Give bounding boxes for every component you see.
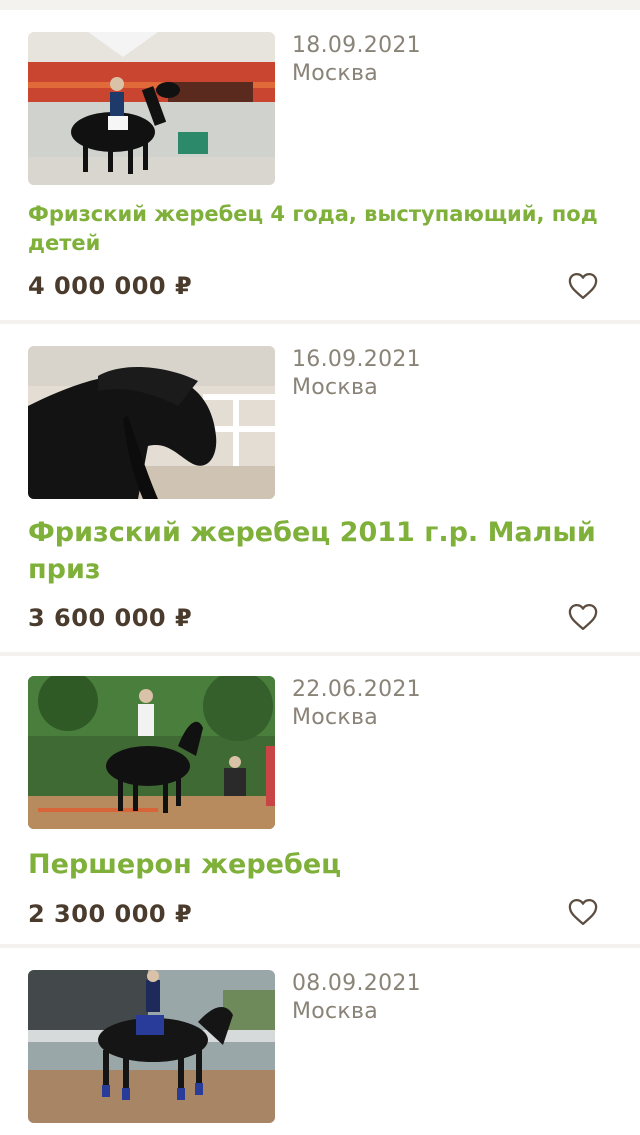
listing-card[interactable]: 18.09.2021 Москва Фризский жеребец 4 год…	[0, 10, 640, 320]
listing-city: Москва	[292, 705, 379, 730]
listing-card[interactable]: 22.06.2021 Москва Першерон жеребец 2 300…	[0, 656, 640, 944]
listing-date: 18.09.2021	[292, 33, 421, 58]
listing-card[interactable]: 16.09.2021 Москва Фризский жеребец 2011 …	[0, 324, 640, 652]
favorite-heart-icon[interactable]	[568, 898, 598, 926]
listing-price: 2 300 000 ₽	[28, 900, 193, 928]
listing-card[interactable]: 08.09.2021 Москва	[0, 948, 640, 1135]
listing-city: Москва	[292, 61, 379, 86]
listing-title[interactable]: Фризский жеребец 2011 г.р. Малый приз	[28, 514, 600, 588]
listing-price: 4 000 000 ₽	[28, 272, 193, 300]
listing-city: Москва	[292, 999, 379, 1024]
listing-city: Москва	[292, 375, 379, 400]
listing-photo[interactable]	[28, 32, 275, 185]
listing-date: 22.06.2021	[292, 677, 421, 702]
listing-meta: 16.09.2021 Москва	[292, 346, 421, 402]
listing-title[interactable]: Фризский жеребец 4 года, выступающий, по…	[28, 200, 610, 258]
listing-photo[interactable]	[28, 346, 275, 499]
favorite-heart-icon[interactable]	[568, 272, 598, 300]
listing-photo[interactable]	[28, 970, 275, 1123]
listing-price: 3 600 000 ₽	[28, 604, 193, 632]
listing-date: 16.09.2021	[292, 347, 421, 372]
listing-title[interactable]: Першерон жеребец	[28, 846, 610, 883]
favorite-heart-icon[interactable]	[568, 603, 598, 631]
listing-meta: 18.09.2021 Москва	[292, 32, 421, 88]
listings-list: 18.09.2021 Москва Фризский жеребец 4 год…	[0, 0, 640, 1135]
listing-meta: 08.09.2021 Москва	[292, 970, 421, 1026]
listing-photo[interactable]	[28, 676, 275, 829]
listing-date: 08.09.2021	[292, 971, 421, 996]
listing-meta: 22.06.2021 Москва	[292, 676, 421, 732]
